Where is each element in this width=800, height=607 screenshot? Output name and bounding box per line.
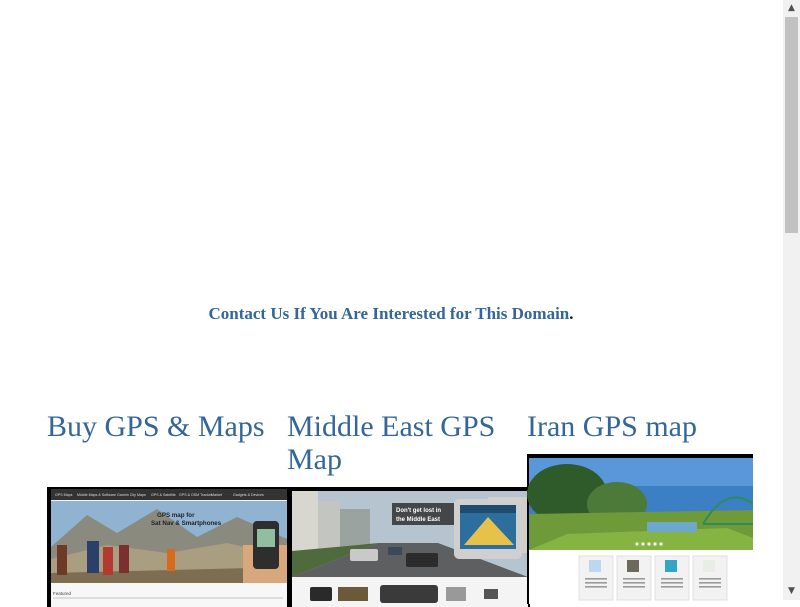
contact-line: Contact Us If You Are Interested for Thi… [0,304,782,324]
thumb1-headline-2: Sat Nav & Smartphones [151,520,222,527]
vertical-scrollbar[interactable]: ▲ ▼ [783,0,800,600]
iran-thumbnail[interactable] [527,454,753,604]
iran-title-link[interactable]: Iran GPS map [527,410,757,443]
contact-link[interactable]: Contact Us If You Are Interested for Thi… [208,304,569,323]
thumb1-nav-3: Garmin City Maps [117,493,146,497]
thumb2-banner-2: the Middle East [396,517,440,523]
thumb2-banner-1: Don't get lost in [396,508,441,514]
thumb1-headline-1: GPS map for [157,512,195,519]
contact-period: . [569,304,574,323]
middle-east-thumbnail[interactable]: Don't get lost in the Middle East [288,487,530,607]
arrow-up-icon[interactable]: ▲ [783,0,800,17]
thumb1-nav-6: Market [211,493,222,497]
column-iran: Iran GPS map [527,410,757,443]
thumb1-footer-label: Featured [53,591,72,596]
column-buy-gps: Buy GPS & Maps [47,410,272,443]
thumb1-nav-5: GPS & OSM Tracker [179,493,213,497]
buy-gps-thumbnail[interactable]: GPS Maps Middle Maps & Software Garmin C… [47,487,290,607]
thumb1-nav-4: GPS & Satellite [151,493,176,497]
thumb1-nav-1: GPS Maps [55,493,73,497]
scrollbar-thumb[interactable] [785,17,798,233]
middle-east-title-link[interactable]: Middle East GPS Map [287,410,512,476]
thumb1-nav-7: Gadgets & Devices [233,493,264,497]
buy-gps-title-link[interactable]: Buy GPS & Maps [47,410,272,443]
column-middle-east: Middle East GPS Map [287,410,512,476]
thumb1-nav-2: Middle Maps & Software [77,493,116,497]
arrow-down-icon[interactable]: ▼ [783,583,800,600]
